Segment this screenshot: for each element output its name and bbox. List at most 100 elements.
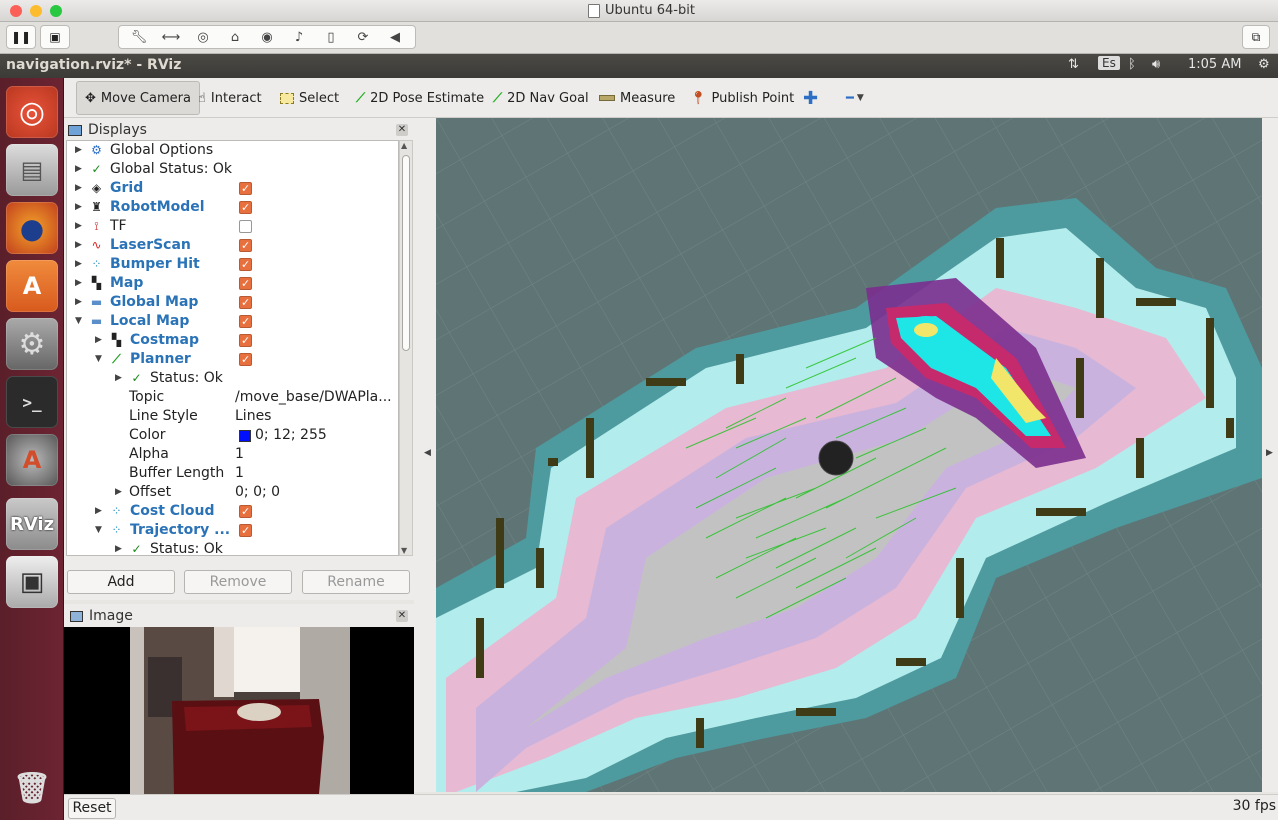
tree-scrollbar[interactable]: ▲ ▼	[399, 140, 413, 556]
property-buffer-length[interactable]: Buffer Length 1	[67, 464, 398, 483]
tree-row-costmap[interactable]: ▶ ▚ Costmap	[67, 331, 398, 350]
drive-icon[interactable]: ◉	[256, 30, 278, 45]
tree-row-planner-status[interactable]: ▶ ✓ Status: Ok	[67, 369, 398, 388]
collapse-arrow-icon[interactable]: ▼	[75, 312, 82, 331]
property-offset[interactable]: ▶ Offset 0; 0; 0	[67, 483, 398, 502]
sound-icon[interactable]: ♪	[288, 30, 310, 45]
expand-arrow-icon[interactable]: ▶	[95, 331, 102, 350]
terminal-icon[interactable]: >_	[6, 376, 58, 428]
add-tool-button[interactable]: ✚	[803, 86, 818, 110]
ubuntu-dash-icon[interactable]: ◎	[6, 86, 58, 138]
tree-row-robotmodel[interactable]: ▶ ♜ RobotModel	[67, 198, 398, 217]
zoom-window-icon[interactable]	[50, 5, 62, 17]
property-topic[interactable]: Topic /move_base/DWAPla...	[67, 388, 398, 407]
network-arrows-icon[interactable]: ⇅	[1068, 57, 1079, 72]
expand-arrow-icon[interactable]: ▶	[75, 179, 82, 198]
color-swatch[interactable]	[239, 430, 251, 442]
expand-arrow-icon[interactable]: ▶	[115, 483, 122, 502]
expand-arrow-icon[interactable]: ▶	[75, 217, 82, 236]
expand-arrow-icon[interactable]: ▶	[75, 160, 82, 179]
costmap-checkbox[interactable]	[239, 331, 252, 350]
reset-button[interactable]: Reset	[68, 798, 116, 819]
close-icon[interactable]: ✕	[396, 124, 408, 136]
tree-row-tf[interactable]: ▶ ⟟ TF	[67, 217, 398, 236]
snapshot-button[interactable]: ▣	[40, 25, 70, 49]
alpha-value[interactable]: 1	[235, 445, 244, 464]
expand-arrow-icon[interactable]: ▶	[75, 141, 82, 160]
chevron-left-icon[interactable]: ◀	[424, 448, 431, 458]
measure-tool[interactable]: Measure	[599, 86, 675, 110]
tree-row-bumper-hit[interactable]: ▶ ⁘ Bumper Hit	[67, 255, 398, 274]
expand-arrow-icon[interactable]: ▶	[75, 255, 82, 274]
trash-icon[interactable]: 🗑︎	[6, 762, 58, 814]
usb-icon[interactable]: ▯	[320, 30, 342, 45]
scroll-thumb[interactable]	[402, 155, 410, 351]
collapse-arrow-icon[interactable]: ▼	[95, 521, 102, 540]
select-tool[interactable]: Select	[280, 86, 339, 110]
software-center-icon[interactable]: A	[6, 260, 58, 312]
tree-row-trajectory[interactable]: ▼ ⁘ Trajectory ...	[67, 521, 398, 540]
system-settings-icon[interactable]: ⚙	[6, 318, 58, 370]
move-camera-tool[interactable]: ✥ Move Camera	[76, 81, 200, 115]
files-icon[interactable]: ▤	[6, 144, 58, 196]
expand-arrow-icon[interactable]: ▶	[75, 293, 82, 312]
scroll-down-icon[interactable]: ▼	[401, 546, 407, 555]
rviz-icon[interactable]: RViz	[6, 498, 58, 550]
fullscreen-button[interactable]: ⧉	[1242, 25, 1270, 49]
power-gear-icon[interactable]: ⚙	[1258, 57, 1270, 72]
save-disk-icon[interactable]: ▣	[6, 556, 58, 608]
chevron-left-icon[interactable]: ◀	[384, 30, 406, 45]
property-alpha[interactable]: Alpha 1	[67, 445, 398, 464]
publish-point-tool[interactable]: 📍︎ Publish Point	[690, 86, 794, 110]
property-line-style[interactable]: Line Style Lines	[67, 407, 398, 426]
panel-splitter[interactable]: ◀	[414, 118, 436, 792]
bumper-hit-checkbox[interactable]	[239, 255, 252, 274]
tree-row-grid[interactable]: ▶ ◈ Grid	[67, 179, 398, 198]
expand-arrow-icon[interactable]: ▶	[75, 236, 82, 255]
3d-viewport[interactable]	[436, 118, 1262, 792]
2d-pose-estimate-tool[interactable]: ⟋ 2D Pose Estimate	[356, 86, 484, 110]
scroll-up-icon[interactable]: ▲	[401, 141, 407, 150]
chevron-right-icon[interactable]: ▶	[1266, 448, 1273, 458]
expand-arrow-icon[interactable]: ▶	[95, 502, 102, 521]
hdd-icon[interactable]: ⌂	[224, 30, 246, 45]
laserscan-checkbox[interactable]	[239, 236, 252, 255]
close-window-icon[interactable]	[10, 5, 22, 17]
robotmodel-checkbox[interactable]	[239, 198, 252, 217]
firefox-icon[interactable]: ●	[6, 202, 58, 254]
remove-display-button[interactable]: Remove	[184, 570, 292, 594]
tree-row-map[interactable]: ▶ ▚ Map	[67, 274, 398, 293]
volume-icon[interactable]: 🔊︎	[1152, 57, 1160, 72]
remove-tool-button[interactable]: ━ ▼	[846, 86, 864, 110]
right-splitter[interactable]: ▶	[1262, 118, 1278, 792]
tree-row-cost-cloud[interactable]: ▶ ⁘ Cost Cloud	[67, 502, 398, 521]
tree-row-global-map[interactable]: ▶ ▬ Global Map	[67, 293, 398, 312]
expand-arrow-icon[interactable]: ▶	[75, 198, 82, 217]
grid-checkbox[interactable]	[239, 179, 252, 198]
minimize-window-icon[interactable]	[30, 5, 42, 17]
2d-nav-goal-tool[interactable]: ⟋ 2D Nav Goal	[493, 86, 589, 110]
property-color[interactable]: Color 0; 12; 255	[67, 426, 398, 445]
expand-arrow-icon[interactable]: ▶	[115, 369, 122, 388]
software-updater-icon[interactable]: A	[6, 434, 58, 486]
tree-row-trajectory-status[interactable]: ▶ ✓ Status: Ok	[67, 540, 398, 555]
interact-tool[interactable]: ☝ Interact	[198, 86, 262, 110]
tree-row-planner[interactable]: ▼ ⟋ Planner	[67, 350, 398, 369]
cost-cloud-checkbox[interactable]	[239, 502, 252, 521]
expand-arrow-icon[interactable]: ▶	[115, 540, 122, 555]
close-icon[interactable]: ✕	[396, 610, 408, 622]
bluetooth-icon[interactable]: ᛒ	[1128, 57, 1136, 72]
trajectory-checkbox[interactable]	[239, 521, 252, 540]
tree-row-laserscan[interactable]: ▶ ∿ LaserScan	[67, 236, 398, 255]
planner-checkbox[interactable]	[239, 350, 252, 369]
tree-row-local-map[interactable]: ▼ ▬ Local Map	[67, 312, 398, 331]
color-value[interactable]: 0; 12; 255	[255, 426, 327, 445]
topic-value[interactable]: /move_base/DWAPla...	[235, 388, 392, 407]
network-icon[interactable]: ⟷	[160, 30, 182, 45]
expand-arrow-icon[interactable]: ▶	[75, 274, 82, 293]
sync-icon[interactable]: ⟳	[352, 30, 374, 45]
tree-row-global-status[interactable]: ▶ ✓ Global Status: Ok	[67, 160, 398, 179]
global-map-checkbox[interactable]	[239, 293, 252, 312]
local-map-checkbox[interactable]	[239, 312, 252, 331]
keyboard-layout[interactable]: Es	[1098, 56, 1120, 70]
